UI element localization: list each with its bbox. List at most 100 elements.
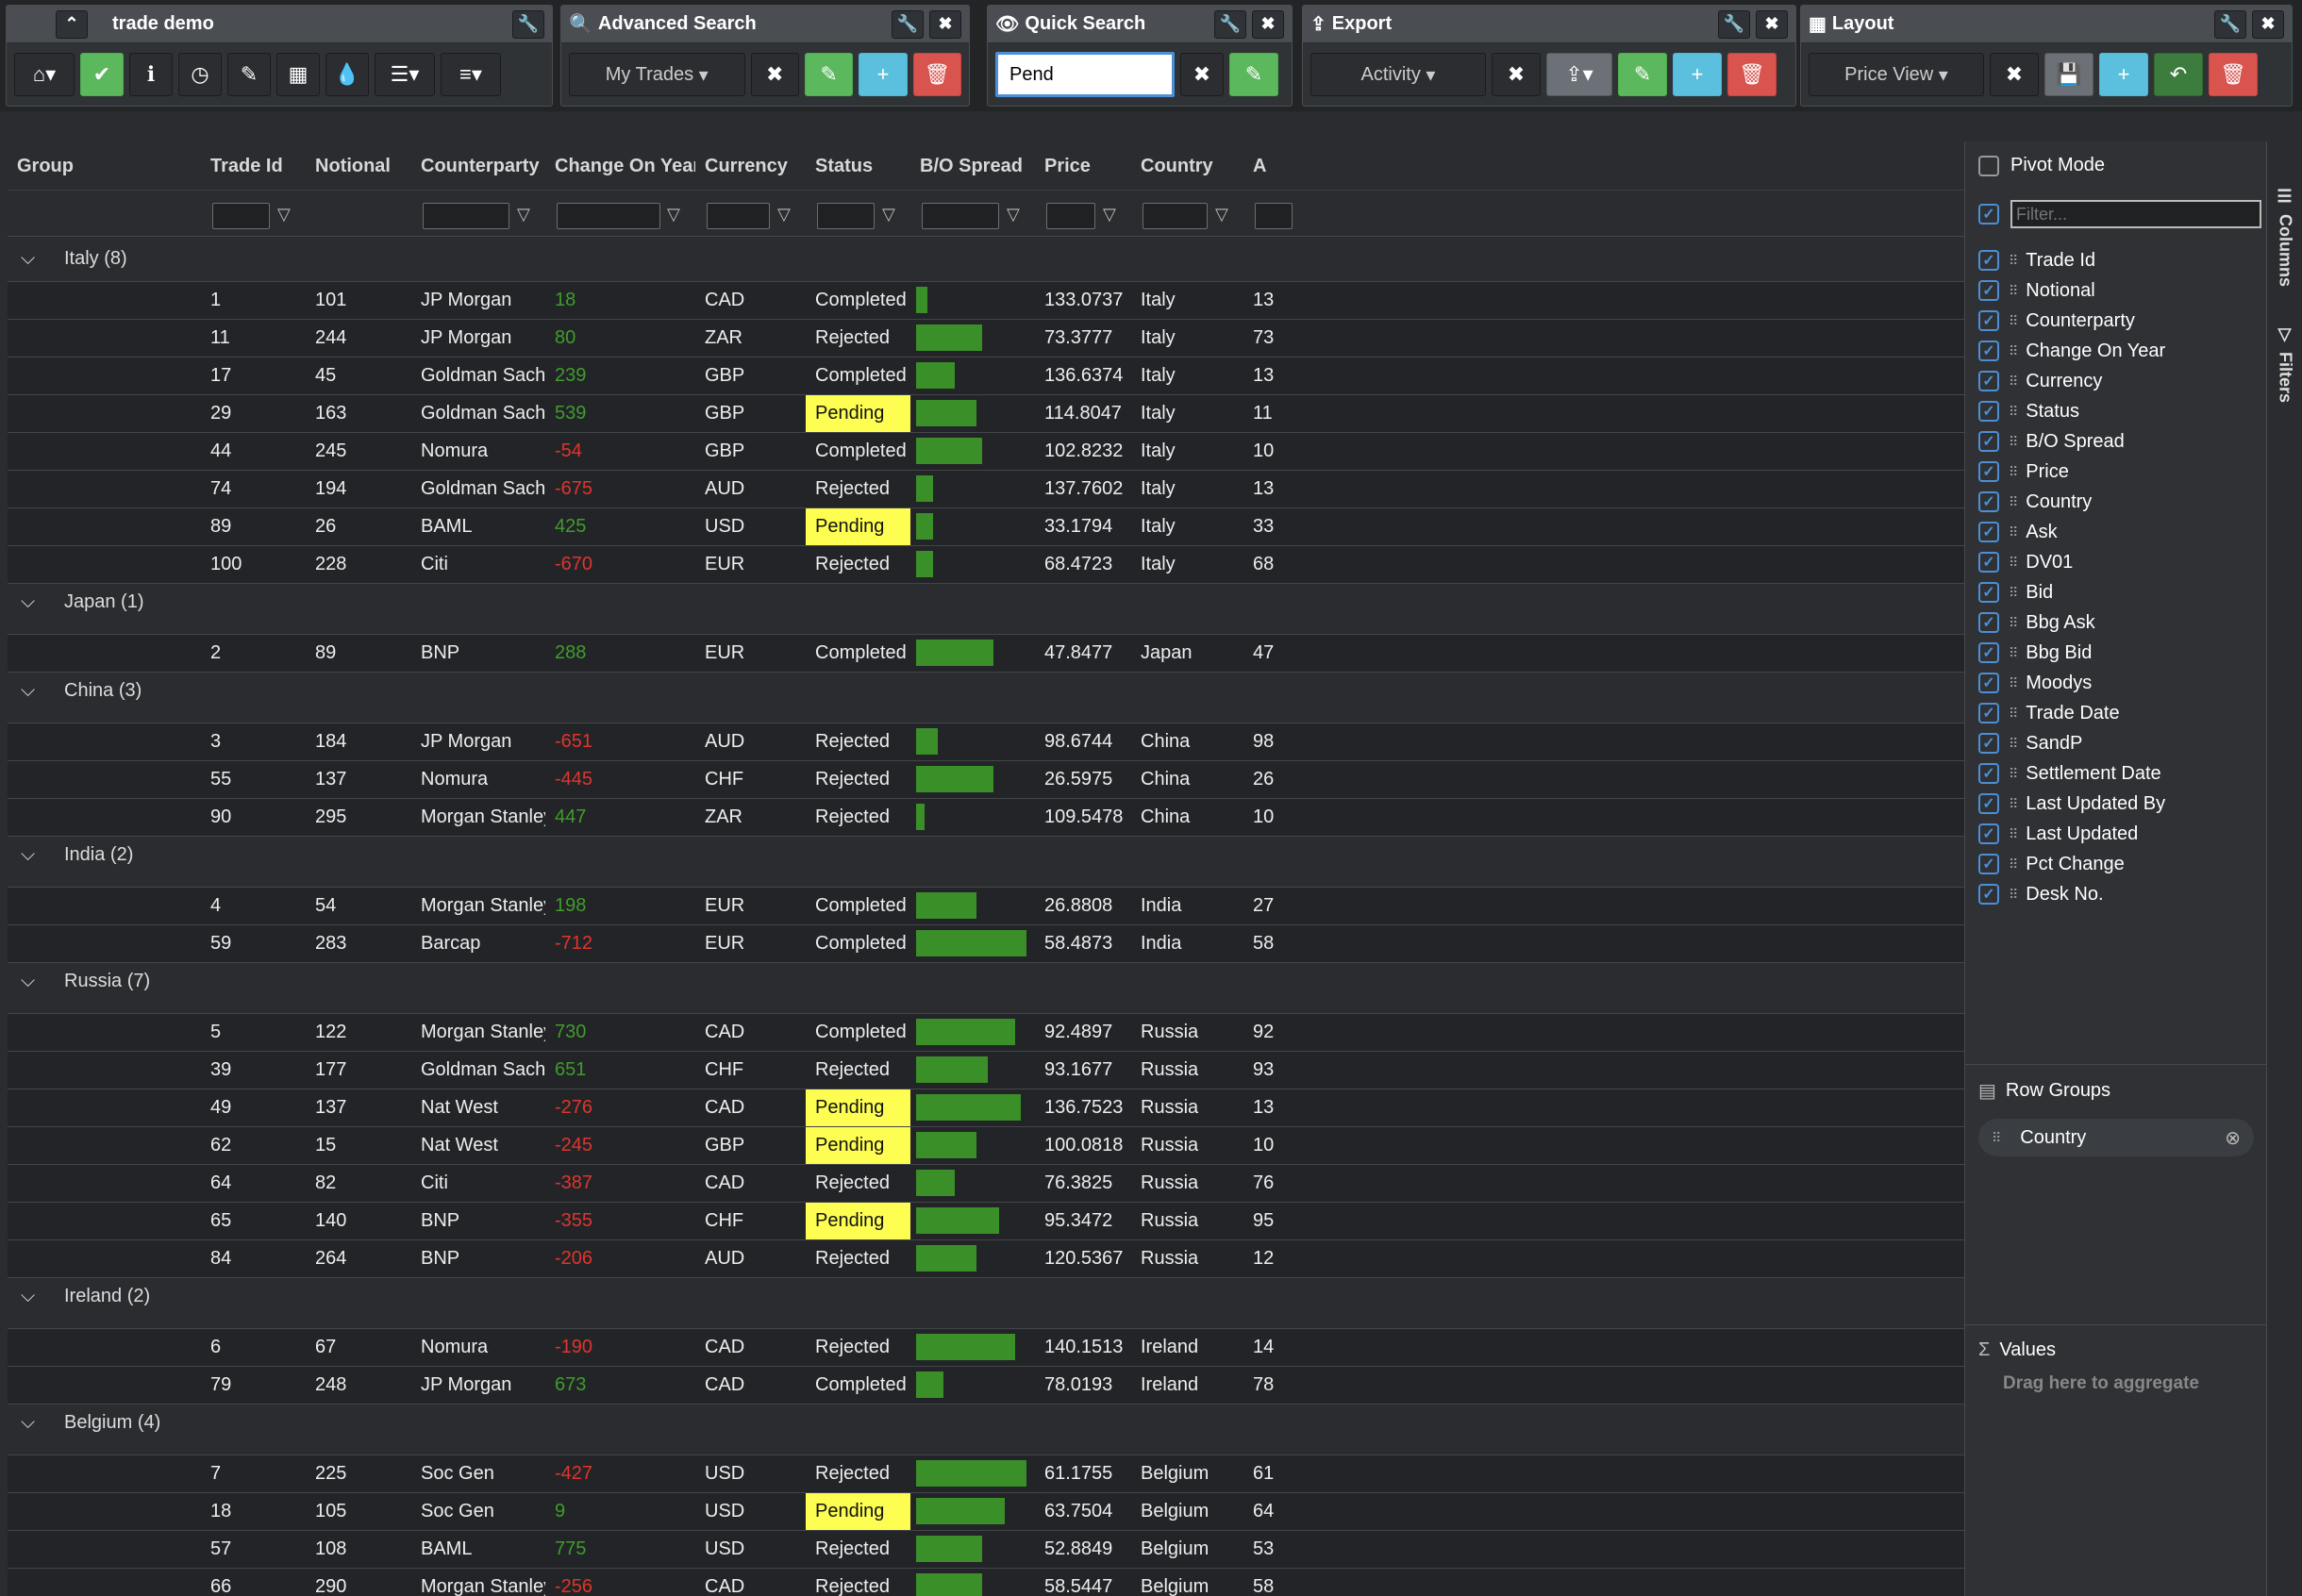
edit-button[interactable]: ✎	[227, 53, 271, 96]
undo-layout-button[interactable]: ↶	[2154, 53, 2203, 96]
drag-handle-icon[interactable]: ⠿	[1992, 1130, 2001, 1146]
column-filter-input[interactable]	[557, 203, 660, 229]
column-checkbox[interactable]: ✓	[1978, 371, 1999, 391]
chevron-down-icon[interactable]: ⌵	[21, 963, 49, 1013]
drag-handle-icon[interactable]: ⠿	[2009, 313, 2018, 329]
drag-handle-icon[interactable]: ⠿	[2009, 585, 2018, 601]
tab-columns[interactable]: ☰ Columns	[2267, 179, 2302, 302]
drag-handle-icon[interactable]: ⠿	[2009, 796, 2018, 812]
quick-search-input[interactable]: Pend	[995, 52, 1175, 97]
clear-export-button[interactable]: ✖	[1492, 53, 1541, 96]
column-toggle-item[interactable]: ✓ ⠿ Status	[1978, 396, 2079, 426]
add-search-button[interactable]: +	[859, 53, 908, 96]
column-checkbox[interactable]: ✓	[1978, 703, 1999, 723]
column-checkbox[interactable]: ✓	[1978, 612, 1999, 633]
column-toggle-item[interactable]: ✓ ⠿ Price	[1978, 457, 2069, 487]
filter-icon[interactable]: ▽	[1215, 205, 1234, 224]
wrench-icon[interactable]: 🔧	[2214, 9, 2246, 39]
column-checkbox[interactable]: ✓	[1978, 552, 1999, 573]
drag-handle-icon[interactable]: ⠿	[2009, 736, 2018, 752]
table-row[interactable]: 11 244 JP Morgan 80 ZAR Rejected 73.3777 Italy 7…	[8, 320, 1964, 357]
drag-handle-icon[interactable]: ⠿	[2009, 615, 2018, 631]
column-filter-input[interactable]	[1143, 203, 1208, 229]
wrench-icon[interactable]: 🔧	[1718, 9, 1750, 39]
close-icon[interactable]: ✖	[1756, 9, 1788, 39]
column-toggle-item[interactable]: ✓ ⠿ Desk No.	[1978, 879, 2104, 909]
group-row[interactable]: ⌵ Ireland (2)	[8, 1278, 1964, 1329]
align-button[interactable]: ≡▾	[441, 53, 501, 96]
table-row[interactable]: 90 295 Morgan Stanley 447 ZAR Rejected 109.547…	[8, 799, 1964, 837]
column-checkbox[interactable]: ✓	[1978, 884, 1999, 905]
column-toggle-item[interactable]: ✓ ⠿ DV01	[1978, 547, 2073, 577]
chevron-down-icon[interactable]: ⌵	[21, 1405, 49, 1455]
edit-export-button[interactable]: ✎	[1618, 53, 1667, 96]
clear-button[interactable]: ✖	[750, 53, 799, 96]
column-toggle-item[interactable]: ✓ ⠿ Change On Year	[1978, 336, 2165, 366]
drag-handle-icon[interactable]: ⠿	[2009, 675, 2018, 691]
table-row[interactable]: 55 137 Nomura -445 CHF Rejected 26.5975 China 26	[8, 761, 1964, 799]
table-row[interactable]: 59 283 Barcap -712 EUR Completed 58.4873 India 5…	[8, 925, 1964, 963]
layout-select[interactable]: Price View ▾	[1809, 53, 1984, 96]
column-toggle-item[interactable]: ✓ ⠿ Trade Id	[1978, 245, 2095, 275]
column-toggle-item[interactable]: ✓ ⠿ Last Updated	[1978, 819, 2138, 849]
column-toggle-item[interactable]: ✓ ⠿ B/O Spread	[1978, 426, 2125, 457]
drag-handle-icon[interactable]: ⠿	[2009, 253, 2018, 269]
group-row[interactable]: ⌵ Italy (8)	[8, 237, 1964, 282]
tab-filters[interactable]: ▽ Filters	[2267, 317, 2302, 430]
column-toggle-item[interactable]: ✓ ⠿ Ask	[1978, 517, 2058, 547]
column-checkbox[interactable]: ✓	[1978, 673, 1999, 693]
filter-icon[interactable]: ▽	[1007, 205, 1026, 224]
group-row[interactable]: ⌵ Russia (7)	[8, 963, 1964, 1014]
column-checkbox[interactable]: ✓	[1978, 341, 1999, 361]
chevron-down-icon[interactable]: ⌵	[21, 673, 49, 723]
wrench-icon[interactable]: 🔧	[892, 9, 924, 39]
row-group-chip[interactable]: ⠿ Country ⊗	[1978, 1119, 2254, 1156]
column-header[interactable]: Group	[8, 141, 201, 191]
drag-handle-icon[interactable]: ⠿	[2009, 494, 2018, 510]
table-row[interactable]: 66 290 Morgan Stanley -256 CAD Rejected 58.544…	[8, 1569, 1964, 1596]
export-select[interactable]: Activity ▾	[1310, 53, 1486, 96]
table-row[interactable]: 3 184 JP Morgan -651 AUD Rejected 98.6744 China…	[8, 723, 1964, 761]
table-row[interactable]: 49 137 Nat West -276 CAD Pending 136.7523 Russi…	[8, 1089, 1964, 1127]
column-header[interactable]: Country	[1131, 141, 1243, 191]
drag-handle-icon[interactable]: ⠿	[2009, 706, 2018, 722]
column-filter-input[interactable]	[2010, 200, 2261, 228]
filter-icon[interactable]: ▽	[277, 205, 296, 224]
column-checkbox[interactable]: ✓	[1978, 280, 1999, 301]
column-toggle-item[interactable]: ✓ ⠿ Bbg Ask	[1978, 607, 2095, 638]
table-row[interactable]: 62 15 Nat West -245 GBP Pending 100.0818 Russia…	[8, 1127, 1964, 1165]
calculator-button[interactable]: ▦	[276, 53, 320, 96]
column-header[interactable]: Counterparty	[411, 141, 545, 191]
table-row[interactable]: 100 228 Citi -670 EUR Rejected 68.4723 Italy 68	[8, 546, 1964, 584]
save-layout-button[interactable]: 💾	[2044, 53, 2093, 96]
values-drop-hint[interactable]: Drag here to aggregate	[2003, 1373, 2199, 1394]
clear-quick-search-button[interactable]: ✖	[1180, 53, 1224, 96]
column-filter-input[interactable]	[1255, 203, 1293, 229]
column-checkbox[interactable]: ✓	[1978, 250, 1999, 271]
table-row[interactable]: 4 54 Morgan Stanley 198 EUR Completed 26.8808 I…	[8, 888, 1964, 925]
select-all-columns-checkbox[interactable]: ✓	[1978, 204, 1999, 224]
column-checkbox[interactable]: ✓	[1978, 582, 1999, 603]
column-filter-input[interactable]	[707, 203, 770, 229]
drag-handle-icon[interactable]: ⠿	[2009, 766, 2018, 782]
column-checkbox[interactable]: ✓	[1978, 823, 1999, 844]
filter-icon[interactable]: ▽	[667, 205, 686, 224]
column-header[interactable]: Change On Year	[545, 141, 695, 191]
delete-search-button[interactable]: 🗑	[912, 53, 962, 96]
drag-handle-icon[interactable]: ⠿	[2009, 887, 2018, 903]
drag-handle-icon[interactable]: ⠿	[2009, 283, 2018, 299]
clear-layout-button[interactable]: ✖	[1990, 53, 2039, 96]
table-row[interactable]: 39 177 Goldman Sachs 651 CHF Rejected 93.1677 R…	[8, 1052, 1964, 1089]
column-checkbox[interactable]: ✓	[1978, 733, 1999, 754]
table-row[interactable]: 44 245 Nomura -54 GBP Completed 102.8232 Italy 1…	[8, 433, 1964, 471]
table-row[interactable]: 2 89 BNP 288 EUR Completed 47.8477 Japan 47	[8, 635, 1964, 673]
list-button[interactable]: ☰▾	[375, 53, 435, 96]
close-icon[interactable]: ✖	[2252, 9, 2284, 39]
delete-export-button[interactable]: 🗑	[1727, 53, 1777, 96]
drag-handle-icon[interactable]: ⠿	[2009, 826, 2018, 842]
column-checkbox[interactable]: ✓	[1978, 854, 1999, 874]
column-filter-input[interactable]	[922, 203, 999, 229]
edit-search-button[interactable]: ✎	[804, 53, 854, 96]
drag-handle-icon[interactable]: ⠿	[2009, 856, 2018, 873]
color-button[interactable]: 💧	[325, 53, 369, 96]
